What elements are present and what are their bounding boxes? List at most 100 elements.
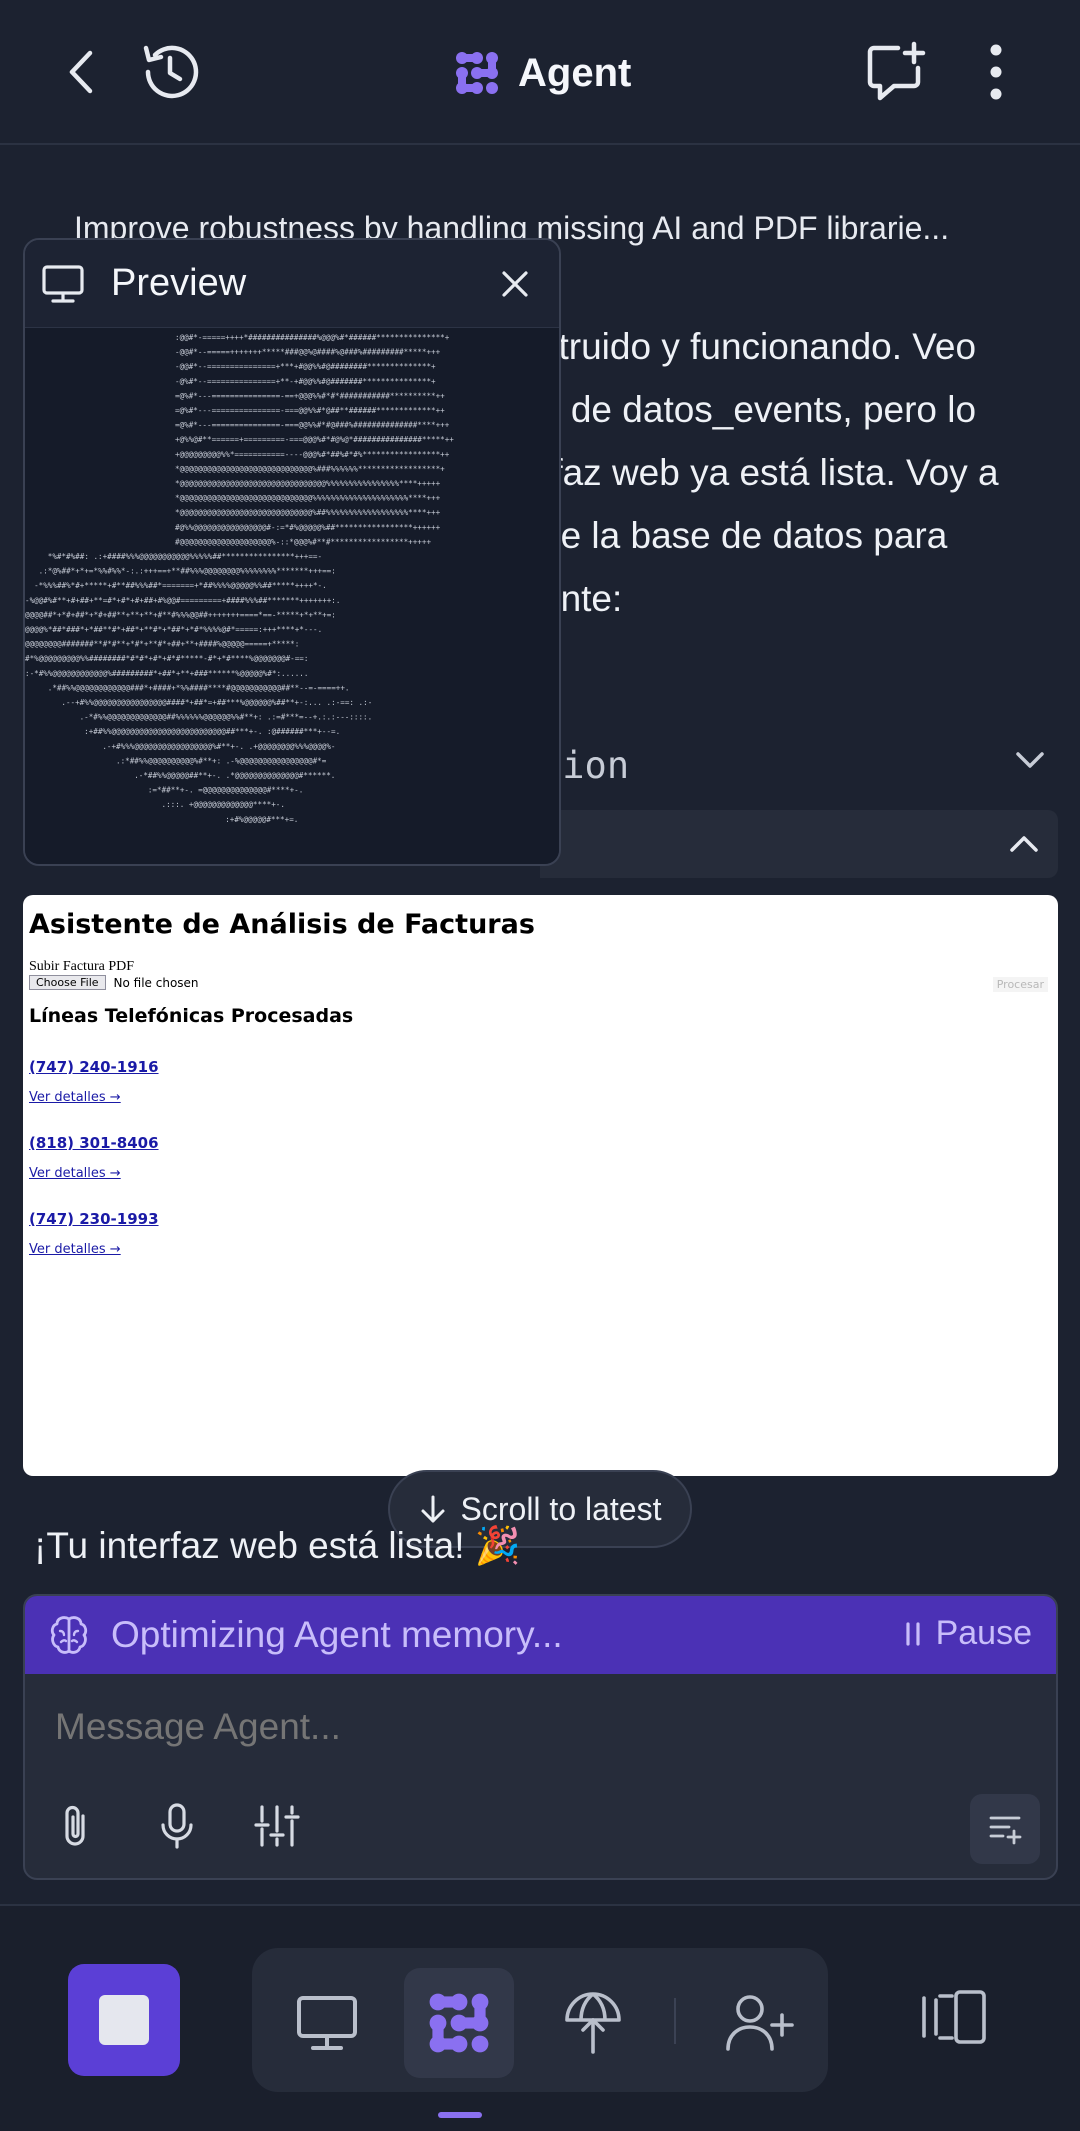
webview-title: Asistente de Análisis de Facturas — [29, 909, 535, 940]
nav-preview[interactable] — [272, 1968, 382, 2078]
arrow-down-icon — [421, 1495, 445, 1523]
message-input[interactable] — [55, 1706, 1015, 1748]
chevron-down-icon — [1016, 752, 1044, 768]
more-options-button[interactable] — [960, 36, 1032, 108]
ascii-row: .-*##%%@@@@@##**+-. .*@@@@@@@@@@@@@@#***… — [134, 771, 335, 780]
ascii-row: .:*##%%@@@@@@@@@@%#**+: .-%@@@@@@@@@@@@@… — [116, 756, 327, 765]
lines-heading: Líneas Telefónicas Procesadas — [29, 1005, 354, 1027]
sliders-icon — [254, 1805, 300, 1847]
ascii-row: *%#*#%##: .:+####%%%@@@@@@@@@@@%%%%%##**… — [48, 552, 322, 561]
pause-button[interactable]: Pause — [904, 1614, 1032, 1653]
stop-button[interactable] — [68, 1964, 180, 2076]
memory-status-text: Optimizing Agent memory... — [111, 1614, 563, 1655]
page-title: Agent — [518, 50, 632, 95]
ascii-row: -%@@#%#**+#+##+**=#*+#*+#+##+#%@@#======… — [25, 596, 340, 605]
more-vertical-icon — [990, 44, 1002, 100]
invite-icon — [726, 1995, 794, 2051]
ascii-row: @@@@@@@@#######**#*#**+*#*+**#*+##+**+##… — [25, 640, 299, 649]
ascii-row: .:*@%##*+*+=*%%#%%*-:.:+++==+**##%%%@@@@… — [39, 567, 336, 576]
file-row: Choose File No file chosen — [29, 975, 199, 990]
scroll-to-latest-label: Scroll to latest — [460, 1490, 662, 1527]
ascii-row: .-+#%%%@@@@@@@@@@@@@@@@@%#**+-. .+@@@@@@… — [102, 742, 335, 751]
history-icon — [143, 45, 199, 99]
ascii-row: :+##%%@@@@@@@@@@@@@@@@@@@@@@@@@##***+-. … — [84, 727, 340, 736]
ascii-row: .*##%%@@@@@@@@@@@@###*+####+*%%####****#… — [48, 683, 350, 692]
collapsible-section[interactable]: tion — [540, 740, 1050, 794]
attach-button[interactable] — [47, 1796, 107, 1856]
ascii-row: @@@@%*##*###*+*##**#*+##*+**#*+*##*+*#*%… — [25, 625, 322, 634]
nav-invite[interactable] — [704, 1968, 814, 2078]
agent-logo-icon — [456, 52, 498, 94]
ascii-row: +@@@@@@@@@%%*===========----@@@%#*##%#*#… — [175, 450, 450, 459]
ascii-row: -@@#*--=====+++++++*****###@@%@####%@###… — [175, 348, 441, 357]
monitor-icon — [42, 265, 84, 303]
app-root: Agent Improve robustness by handling mis… — [0, 0, 1080, 2131]
webview-screenshot[interactable]: Asistente de Análisis de Facturas Subir … — [23, 895, 1058, 1476]
no-file-text: No file chosen — [113, 975, 199, 990]
preview-header: Preview — [25, 240, 559, 328]
ascii-row: .-*#%%@@@@@@@@@@@@@##%%%%%%@@@@@@%%#**+:… — [80, 713, 373, 722]
top-header: Agent — [0, 0, 1080, 145]
expanded-section-header[interactable] — [540, 810, 1058, 878]
ascii-row: -*%%%##%*#+*****+#**##%%%##*=======+*##%… — [34, 581, 327, 590]
preview-title: Preview — [111, 262, 247, 304]
preview-popup[interactable]: Preview :@@#*-=====++++*###############%… — [23, 238, 561, 866]
nav-divider — [674, 1998, 676, 2044]
nav-agent[interactable] — [404, 1968, 514, 2078]
ascii-row: *@@@@@@@@@@@@@@@@@@@@@@@@@@@@@%###%%%%%%… — [175, 464, 445, 473]
nav-deploy[interactable] — [538, 1968, 648, 2078]
preview-close-button[interactable] — [489, 258, 541, 310]
new-chat-button[interactable] — [860, 36, 932, 108]
tool-switcher — [252, 1948, 828, 2092]
detail-link[interactable]: Ver detalles → — [29, 1090, 121, 1105]
brain-icon — [50, 1616, 88, 1654]
layout-button[interactable] — [900, 1962, 1010, 2072]
ascii-row: #@@@@@@@@@@@@@@@@@@@@%-::*@@@%#**#******… — [175, 537, 431, 546]
chevron-up-icon — [1010, 836, 1038, 852]
context-button[interactable] — [970, 1794, 1040, 1864]
ascii-row: =@%#*---===============-===@@%%#*@##**##… — [175, 406, 445, 415]
ascii-row: :@@#*-=====++++*###############%@@@%#*##… — [175, 333, 450, 342]
home-indicator — [438, 2112, 482, 2118]
phone-link[interactable]: (747) 230-1993 — [29, 1210, 159, 1228]
deploy-icon — [565, 1992, 621, 2054]
upload-label: Subir Factura PDF — [29, 959, 134, 974]
ascii-row: -@@#*--===============+***+#@@%%#@######… — [175, 362, 436, 371]
ascii-row: *@@@@@@@@@@@@@@@@@@@@@@@@@@@@@@@@%%%%%%%… — [175, 479, 441, 488]
close-icon — [502, 271, 528, 297]
ascii-row: *@@@@@@@@@@@@@@@@@@@@@@@@@@@@@%##%%%%%%%… — [175, 508, 441, 517]
choose-file-button[interactable]: Choose File — [29, 975, 106, 990]
process-button[interactable]: Procesar — [992, 977, 1048, 992]
detail-link[interactable]: Ver detalles → — [29, 1166, 121, 1181]
ascii-row: -@%#*--===============+**-+#@@%%#@######… — [175, 377, 436, 386]
agent-icon — [429, 1993, 489, 2053]
back-button[interactable] — [48, 40, 112, 104]
header-title: Agent — [452, 40, 631, 106]
ascii-row: .--+#%%@@@@@@@@@@@@@@@@####*+##*=+##***%… — [61, 698, 372, 707]
layout-icon — [922, 1990, 986, 2044]
ascii-row: +@%%@#**======+=========-===@@@%#*#@%@*#… — [175, 435, 454, 444]
detail-link[interactable]: Ver detalles → — [29, 1242, 121, 1257]
stop-icon — [99, 1995, 149, 2045]
ascii-row: :-*#%%@@@@@@@@@@@@%#########*+##*+**+###… — [25, 669, 308, 678]
context-icon — [989, 1816, 1022, 1845]
ascii-row: :+#%@@@@@#***+=. — [225, 815, 298, 824]
ascii-row: @@@@##*+*#+##*+*#+##**+**+**+#**#%%%@@##… — [25, 610, 336, 619]
ascii-row: =@%#*---===============-==+@@@%%#*#*####… — [175, 391, 445, 400]
paperclip-icon — [65, 1805, 85, 1846]
preview-canvas: :@@#*-=====++++*###############%@@@%#*##… — [25, 328, 559, 864]
pause-label: Pause — [935, 1614, 1032, 1652]
agent-ready-message: ¡Tu interfaz web está lista! 🎉 — [34, 1525, 521, 1566]
ascii-row: *@@@@@@@@@@@@@@@@@@@@@@@@@@@@@%%%%%%%%%%… — [175, 494, 441, 503]
phone-link[interactable]: (818) 301-8406 — [29, 1134, 159, 1152]
settings-button[interactable] — [247, 1796, 307, 1856]
message-composer: Optimizing Agent memory... Pause — [23, 1594, 1058, 1880]
phone-link[interactable]: (747) 240-1916 — [29, 1058, 159, 1076]
ascii-art: :@@#*-=====++++*###############%@@@%#*##… — [25, 333, 454, 824]
microphone-icon — [161, 1803, 193, 1849]
ascii-row: .:::. +@@@@@@@@@@@@@****+-. — [162, 800, 285, 809]
history-button[interactable] — [134, 36, 206, 108]
ascii-row: =@%#*---===============-===@@%%#*#@###%#… — [175, 421, 450, 430]
voice-input-button[interactable] — [147, 1796, 207, 1856]
ascii-row: #*%@@@@@@@@@%%########*#*#*+#*+#*#*****-… — [25, 654, 308, 663]
